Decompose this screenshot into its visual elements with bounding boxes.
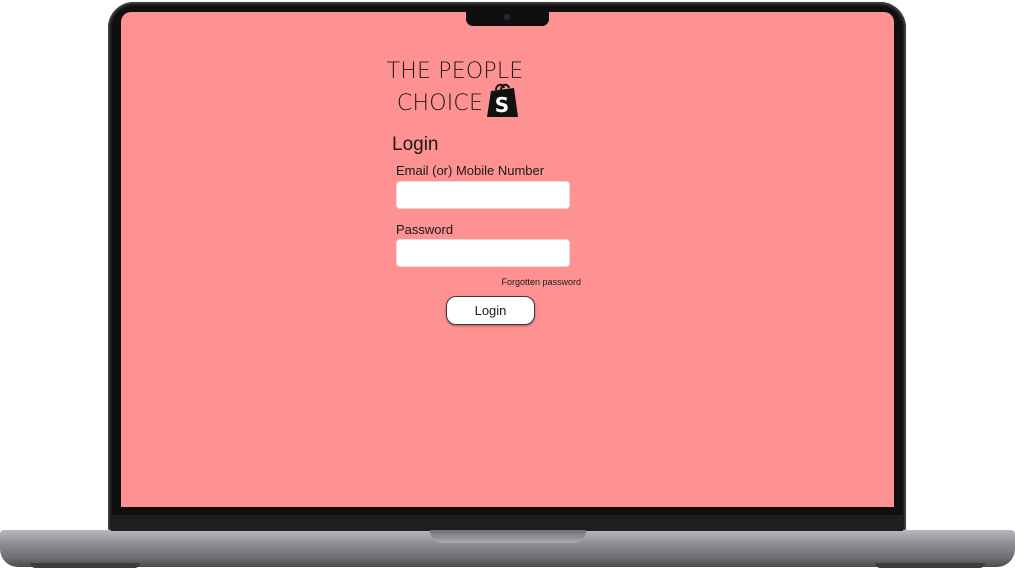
laptop-mockup: THE PEOPLE CHOICE S Login Email (or) Mob…	[0, 0, 1015, 571]
brand-name-line2: CHOICE	[396, 91, 484, 116]
password-field[interactable]	[396, 239, 570, 267]
forgot-password-link[interactable]: Forgotten password	[489, 277, 581, 287]
laptop-screen: THE PEOPLE CHOICE S Login Email (or) Mob…	[121, 12, 894, 507]
email-field[interactable]	[396, 181, 570, 209]
screen-chin	[111, 515, 903, 531]
brand-logo: THE PEOPLE CHOICE S	[379, 56, 531, 120]
shopping-bag-icon: S	[487, 83, 519, 117]
trackpad-lip	[430, 530, 586, 543]
laptop-foot-left	[30, 563, 140, 568]
password-label: Password	[396, 222, 454, 237]
login-button[interactable]: Login	[446, 296, 535, 325]
laptop-foot-right	[875, 563, 985, 568]
camera-icon	[504, 14, 510, 20]
email-label: Email (or) Mobile Number	[396, 163, 545, 178]
login-title: Login	[392, 134, 439, 155]
logo-letter: S	[495, 93, 510, 117]
